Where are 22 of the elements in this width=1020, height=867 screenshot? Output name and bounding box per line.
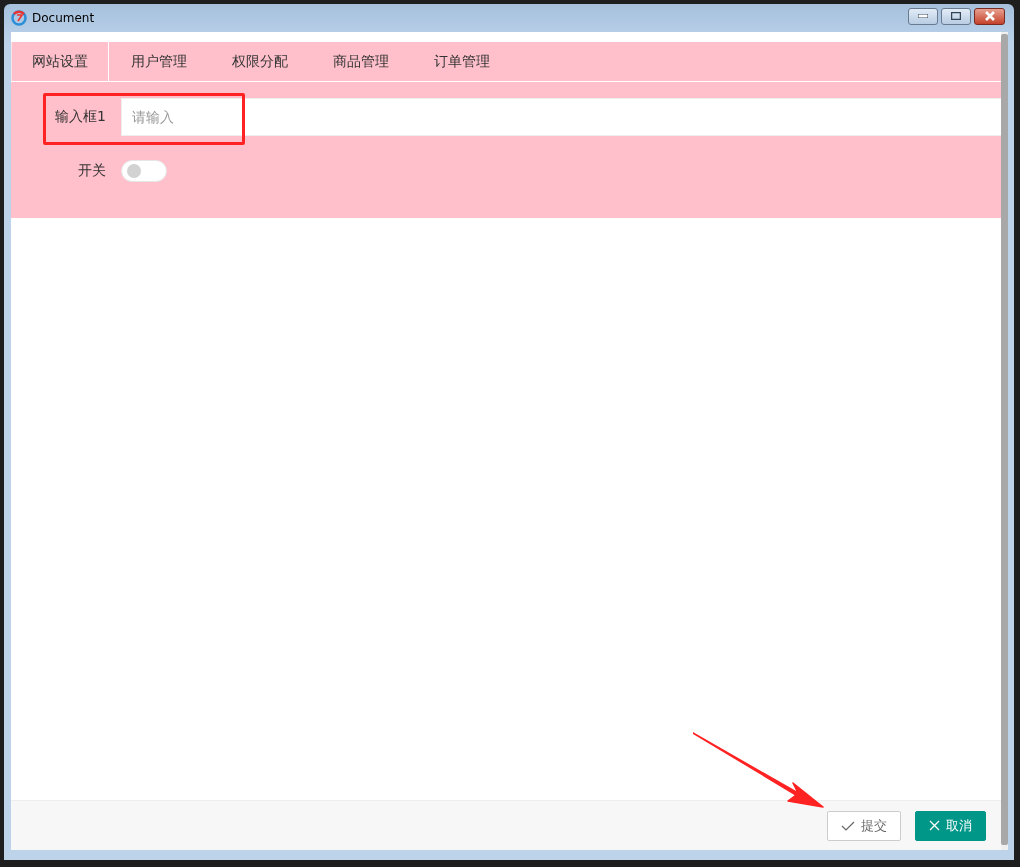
window-title: Document [32, 11, 95, 25]
minimize-icon [918, 14, 928, 18]
tab[interactable]: 权限分配 [210, 42, 311, 81]
switch-label: 开关 [77, 162, 107, 180]
field-label: 输入框1 [54, 108, 107, 126]
app-logo-icon [11, 10, 27, 26]
tab[interactable]: 订单管理 [412, 42, 513, 81]
toggle-switch[interactable] [121, 160, 167, 182]
scrollbar-thumb[interactable] [1001, 34, 1008, 845]
tab[interactable]: 商品管理 [311, 42, 412, 81]
close-icon [983, 11, 996, 21]
minimize-button[interactable] [908, 7, 938, 25]
close-button[interactable] [974, 7, 1005, 25]
tab[interactable]: 用户管理 [109, 42, 210, 81]
submit-button[interactable]: 提交 [827, 810, 901, 841]
tab[interactable]: 网站设置 [11, 42, 109, 81]
cancel-button[interactable]: 取消 [915, 810, 986, 841]
close-icon [929, 820, 940, 831]
input-field[interactable]: 请输入 [121, 98, 1001, 136]
maximize-icon [951, 12, 961, 20]
maximize-button[interactable] [941, 7, 971, 25]
checkmark-icon [841, 820, 855, 831]
